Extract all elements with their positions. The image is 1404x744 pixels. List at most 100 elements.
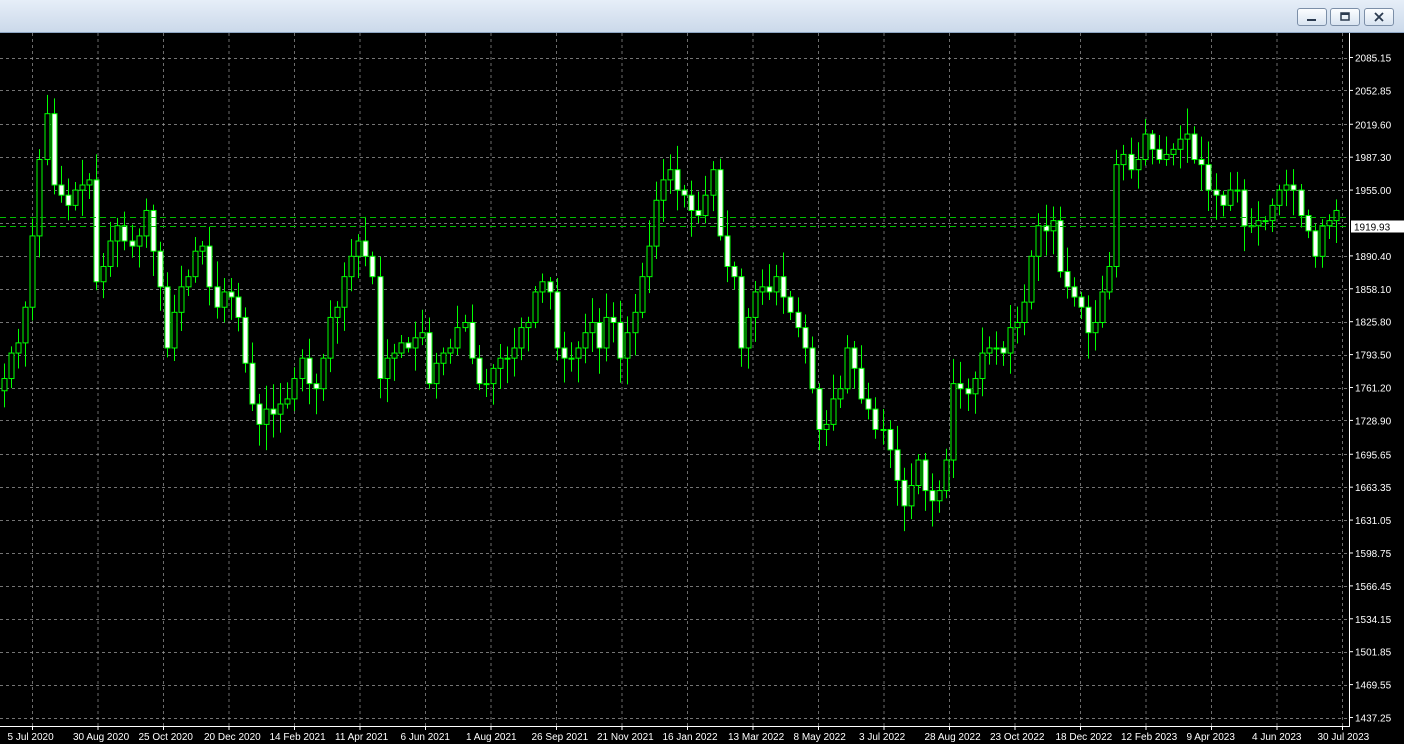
candle-body — [1057, 220, 1064, 273]
candle-body — [993, 347, 1000, 350]
x-tick-label: 13 Mar 2022 — [728, 732, 785, 743]
candle-body — [469, 322, 476, 359]
candle-body — [929, 490, 936, 502]
close-button[interactable] — [1364, 8, 1394, 26]
current-price-label: 1919.93 — [1354, 223, 1391, 234]
candle-body — [667, 169, 674, 181]
price-chart[interactable]: 2085.15 2052.85 2019.60 1987.30 1955.00 1890.… — [0, 33, 1404, 744]
candle-body — [1269, 204, 1276, 222]
candle-body — [816, 388, 823, 430]
candle-body — [256, 403, 263, 425]
y-tick-label: 1955.00 — [1355, 186, 1392, 197]
candle-body — [1191, 133, 1198, 161]
candle-body — [277, 403, 284, 415]
candle-body — [22, 306, 29, 344]
candle-body — [710, 169, 717, 196]
candle-body — [979, 352, 986, 380]
candle-body — [1170, 148, 1177, 155]
y-tick-label: 2019.60 — [1355, 120, 1392, 131]
candle-body — [943, 459, 950, 492]
candle-body — [1106, 265, 1113, 293]
candle-body — [844, 347, 851, 390]
candle-body — [369, 255, 376, 278]
candle-body — [589, 322, 596, 334]
candle-body — [29, 235, 36, 308]
candle-body — [1050, 220, 1057, 232]
candle-body — [36, 159, 43, 237]
candle-body — [837, 388, 844, 400]
candle-body — [320, 357, 327, 390]
x-tick-label: 6 Jun 2021 — [401, 732, 451, 743]
candle-body — [1099, 291, 1106, 324]
candle-body — [1071, 286, 1078, 298]
candle-body — [1177, 138, 1184, 150]
candle-body — [391, 352, 398, 359]
candle-body — [695, 209, 702, 217]
candle-body — [717, 169, 724, 237]
candle-body — [766, 286, 773, 293]
candle-body — [221, 291, 228, 308]
x-tick-label: 3 Jul 2022 — [859, 732, 906, 743]
x-tick-label: 1 Aug 2021 — [466, 732, 517, 743]
candle-body — [752, 291, 759, 318]
candle-body — [58, 184, 65, 196]
candle-body — [405, 342, 412, 349]
candle-body — [1298, 189, 1305, 217]
candle-body — [780, 276, 787, 298]
x-tick-label: 16 Jan 2022 — [663, 732, 718, 743]
y-tick-label: 1598.75 — [1355, 549, 1392, 560]
candle-body — [1021, 301, 1028, 324]
y-tick-label: 1695.65 — [1355, 450, 1392, 461]
candle-body — [901, 479, 908, 507]
candle-body — [72, 189, 79, 206]
candle-body — [426, 332, 433, 385]
candle-body — [192, 250, 199, 278]
candle-body — [384, 357, 391, 380]
candle-body — [51, 113, 58, 186]
candle-body — [653, 199, 660, 247]
candle-body — [100, 265, 107, 283]
candle-body — [171, 311, 178, 349]
y-tick-label: 2052.85 — [1355, 86, 1392, 97]
x-tick-label: 4 Jun 2023 — [1252, 732, 1302, 743]
x-tick-label: 30 Jul 2023 — [1318, 732, 1370, 743]
candle-body — [299, 357, 306, 380]
restore-button[interactable] — [1330, 8, 1360, 26]
candle-body — [610, 316, 617, 324]
candle-body — [1255, 220, 1262, 227]
y-tick-label: 1469.55 — [1355, 681, 1392, 692]
candle-body — [334, 306, 341, 318]
minimize-button[interactable] — [1297, 8, 1327, 26]
candle-body — [447, 347, 454, 354]
candle-body — [440, 352, 447, 364]
candle-body — [554, 291, 561, 349]
candle-body — [419, 332, 426, 339]
x-tick-label: 30 Aug 2020 — [73, 732, 130, 743]
candle-body — [809, 347, 816, 390]
candle-body — [1007, 327, 1014, 354]
x-tick-label: 20 Dec 2020 — [204, 732, 261, 743]
candle-body — [1064, 271, 1071, 288]
candle-body — [1234, 189, 1241, 192]
candle-body — [412, 337, 419, 349]
candle-body — [1276, 189, 1283, 206]
candle-body — [362, 240, 369, 257]
candle-body — [107, 240, 114, 267]
candle-body — [143, 209, 150, 237]
candle-body — [1333, 209, 1340, 222]
candle-body — [1, 378, 8, 392]
candle-body — [313, 383, 320, 390]
minimize-icon — [1307, 19, 1316, 21]
candle-body — [1262, 220, 1269, 223]
candle-body — [759, 286, 766, 293]
candle-body — [1283, 184, 1290, 191]
candle-body — [44, 113, 51, 161]
y-tick-label: 1987.30 — [1355, 153, 1392, 164]
candle-body — [532, 291, 539, 324]
candle-body — [86, 179, 93, 186]
candle-body — [1113, 164, 1120, 267]
x-tick-label: 28 Aug 2022 — [925, 732, 982, 743]
y-tick-label: 1501.85 — [1355, 648, 1392, 659]
candle-body — [936, 490, 943, 502]
candle-body — [462, 322, 469, 329]
